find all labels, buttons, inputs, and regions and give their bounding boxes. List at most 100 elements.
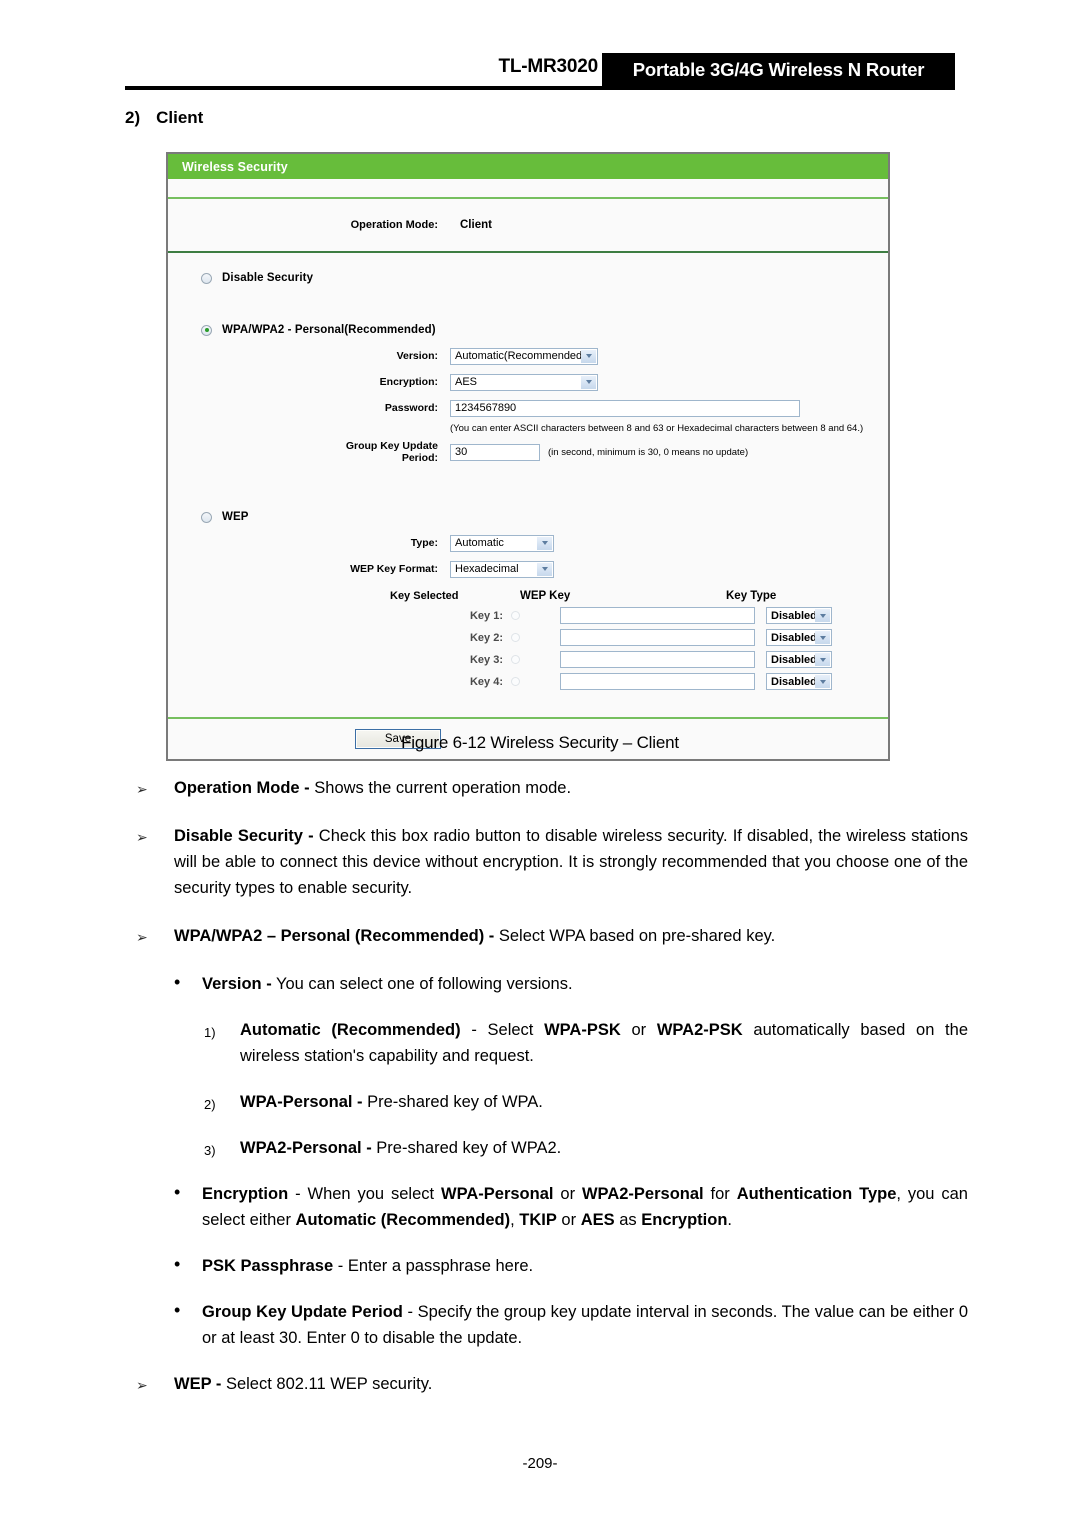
list-marker: 1): [204, 1025, 216, 1040]
wep-key-2-input[interactable]: [560, 629, 755, 646]
text-operation-mode: Shows the current operation mode.: [309, 779, 572, 797]
wep-type-select[interactable]: Automatic: [450, 534, 554, 552]
chevron-down-icon[interactable]: [537, 536, 552, 550]
enc-b5: TKIP: [519, 1211, 557, 1229]
wep-label: WEP: [222, 511, 249, 523]
version-label: Version:: [396, 350, 438, 362]
text-automatic-mid1: - Select: [460, 1021, 545, 1039]
list-marker: 3): [204, 1143, 216, 1158]
password-input-value: 1234567890: [455, 402, 517, 414]
wep-key-3-input-cell: [560, 651, 760, 668]
wep-key-1-type-value: Disabled: [771, 609, 817, 622]
term-version: Version -: [202, 975, 272, 993]
wep-key-3-select-cell[interactable]: Key 3:: [390, 654, 560, 666]
chevron-down-icon[interactable]: [815, 675, 830, 688]
password-row: Password: 1234567890: [168, 397, 888, 419]
bullet-marker-icon: ➢: [136, 1377, 148, 1393]
wep-key-2-type-select[interactable]: Disabled: [766, 629, 832, 646]
wep-key-3-type-cell: Disabled: [760, 651, 856, 668]
wep-option[interactable]: WEP: [168, 502, 888, 532]
password-label: Password:: [384, 402, 438, 414]
enc-b7: Encryption: [641, 1211, 728, 1229]
enc-b2: WPA2-Personal: [581, 1185, 704, 1203]
wep-key-2-radio-icon[interactable]: [511, 633, 520, 642]
operation-mode-section: Operation Mode: Client: [168, 199, 888, 253]
wep-key-4-input-cell: [560, 673, 760, 690]
list-marker: 2): [204, 1097, 216, 1112]
group-key-update-input[interactable]: 30: [450, 443, 540, 461]
page-footer: -209-: [0, 1455, 1080, 1472]
header-rule: [125, 86, 955, 90]
bullet-group-key-update: • Group Key Update Period - Specify the g…: [0, 1299, 1080, 1351]
chevron-down-icon[interactable]: [815, 631, 830, 644]
bullet-wpa-personal: ➢ WPA/WPA2 – Personal (Recommended) - Sel…: [0, 923, 1080, 949]
encryption-row: Encryption: AES: [168, 371, 888, 393]
wep-key-1-label: Key 1:: [469, 609, 503, 622]
wep-key-3-type-select[interactable]: Disabled: [766, 651, 832, 668]
wep-key-3-label: Key 3:: [469, 653, 503, 666]
bullet-marker-icon: •: [174, 972, 181, 992]
wep-key-1-input[interactable]: [560, 607, 755, 624]
text-wep: Select 802.11 WEP security.: [221, 1375, 433, 1393]
bullet-marker-icon: ➢: [136, 929, 148, 945]
wep-key-row: Key 2: Disabled: [390, 629, 888, 646]
wep-key-4-type-select[interactable]: Disabled: [766, 673, 832, 690]
wep-key-3-radio-icon[interactable]: [511, 655, 520, 664]
wep-key-4-type-cell: Disabled: [760, 673, 856, 690]
page-header: TL-MR3020 Portable 3G/4G Wireless N Rout…: [0, 0, 1080, 100]
enc-b6: AES: [580, 1211, 615, 1229]
chevron-down-icon[interactable]: [815, 653, 830, 666]
term-wpa-personal: WPA/WPA2 – Personal (Recommended) -: [174, 927, 495, 945]
wpa-wpa2-radio-icon[interactable]: [201, 324, 212, 336]
text-wpa-personal-item: Pre-shared key of WPA.: [362, 1093, 543, 1111]
text-wpa2-personal-item: Pre-shared key of WPA2.: [371, 1139, 562, 1157]
group-key-update-value: 30: [455, 446, 468, 458]
wep-key-4-input[interactable]: [560, 673, 755, 690]
chevron-down-icon[interactable]: [815, 609, 830, 622]
version-select[interactable]: Automatic(Recommended): [450, 347, 598, 365]
term-disable-security: Disable Security -: [174, 827, 314, 845]
wep-key-4-select-cell[interactable]: Key 4:: [390, 676, 560, 688]
wep-key-format-select[interactable]: Hexadecimal: [450, 560, 554, 578]
wep-key-1-select-cell[interactable]: Key 1:: [390, 610, 560, 622]
chevron-down-icon[interactable]: [581, 349, 596, 363]
bullet-operation-mode: ➢ Operation Mode - Shows the current oper…: [0, 775, 1080, 801]
version-select-value: Automatic(Recommended): [455, 350, 586, 362]
enc-p1: - When you select: [288, 1185, 442, 1203]
encryption-select[interactable]: AES: [450, 373, 598, 391]
wep-key-4-radio-icon[interactable]: [511, 677, 520, 686]
wpa-wpa2-option[interactable]: WPA/WPA2 - Personal(Recommended): [168, 315, 888, 345]
enc-p2: or: [553, 1185, 582, 1203]
encryption-label: Encryption:: [379, 376, 438, 388]
panel-title: Wireless Security: [182, 159, 288, 174]
disable-security-label: Disable Security: [222, 272, 314, 284]
wep-key-4-type-value: Disabled: [771, 675, 817, 688]
chevron-down-icon[interactable]: [537, 562, 552, 576]
wep-key-1-type-select[interactable]: Disabled: [766, 607, 832, 624]
wep-key-1-radio-icon[interactable]: [511, 611, 520, 620]
enc-b1: WPA-Personal: [441, 1185, 554, 1203]
disable-security-radio-icon[interactable]: [201, 272, 212, 284]
wep-key-2-type-value: Disabled: [771, 631, 817, 644]
operation-mode-value: Client: [460, 219, 492, 231]
operation-mode-label: Operation Mode:: [350, 219, 438, 231]
wep-key-2-select-cell[interactable]: Key 2:: [390, 632, 560, 644]
header-product-title: Portable 3G/4G Wireless N Router: [632, 58, 925, 80]
wep-key-2-input-cell: [560, 629, 760, 646]
wpa-wpa2-label: WPA/WPA2 - Personal(Recommended): [222, 324, 436, 336]
wep-key-3-input[interactable]: [560, 651, 755, 668]
chevron-down-icon[interactable]: [581, 375, 596, 389]
disable-security-option[interactable]: Disable Security: [168, 263, 888, 293]
text-wpa-personal: Select WPA based on pre-shared key.: [494, 927, 776, 945]
column-key-type: Key Type: [726, 590, 777, 602]
bullet-version: • Version - You can select one of followi…: [0, 971, 1080, 997]
password-input[interactable]: 1234567890: [450, 399, 800, 417]
wep-key-row: Key 1: Disabled: [390, 607, 888, 624]
bullet-psk-passphrase: • PSK Passphrase - Enter a passphrase her…: [0, 1253, 1080, 1279]
wep-radio-icon[interactable]: [201, 511, 212, 523]
column-key-selected: Key Selected: [390, 590, 459, 602]
term-operation-mode: Operation Mode -: [174, 779, 310, 797]
version-row: Version: Automatic(Recommended): [168, 345, 888, 367]
bullet-wpa2-personal-item: 3) WPA2-Personal - Pre-shared key of WPA2…: [0, 1135, 1080, 1161]
text-psk-passphrase: - Enter a passphrase here.: [333, 1257, 534, 1275]
